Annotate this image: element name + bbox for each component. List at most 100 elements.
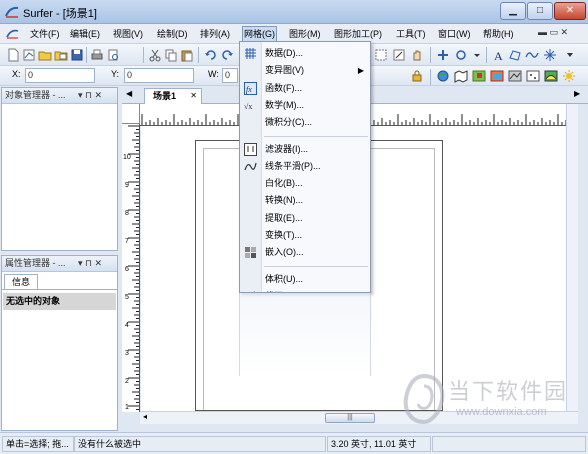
title-bar: Surfer - [场景1] ▁ □ ✕ (0, 0, 588, 24)
tab-close-icon[interactable]: ✕ (190, 89, 197, 103)
grid-menu-item-label: 体积(U)... (265, 273, 303, 284)
menu-map[interactable]: 图形(M) (289, 27, 321, 41)
menu-separator (264, 135, 368, 137)
vruler-label-5: 5 (125, 294, 129, 301)
object-manager-controls[interactable]: ▾ ⊓ ✕ (78, 88, 102, 103)
grid-menu-item-6[interactable]: 线条平滑(P)... (240, 158, 370, 175)
grid-menu-item-label: 变异图(V) (265, 65, 304, 76)
base-map-icon[interactable] (454, 69, 468, 83)
watermark-url: www.downxia.com (456, 406, 547, 418)
save-icon[interactable] (70, 48, 84, 62)
tab-scene1[interactable]: 场景1 ✕ (144, 88, 202, 104)
grid-menu-item-3[interactable]: √x 数学(M)... (240, 97, 370, 114)
ruler-corner (122, 104, 140, 124)
undo-icon[interactable] (204, 48, 218, 62)
text-icon[interactable]: A (491, 48, 505, 62)
shaded-relief-icon[interactable] (508, 69, 522, 83)
object-manager-panel: 对象管理器 - ... ▾ ⊓ ✕ (1, 87, 118, 251)
property-content: 无选中的对象 (3, 293, 116, 310)
grid-menu-item-11[interactable]: 嵌入(O)... (240, 244, 370, 261)
cut-icon[interactable] (148, 48, 162, 62)
menu-window[interactable]: 窗口(W) (438, 27, 471, 41)
toolbar-more-icon[interactable] (563, 48, 577, 62)
x-label: X: (12, 69, 21, 79)
watermark-logo (403, 373, 445, 424)
vruler-label-10: 10 (123, 154, 131, 161)
vruler-label-9: 9 (125, 182, 129, 189)
menu-file[interactable]: 文件(F) (30, 27, 60, 41)
grid-menu-fade (239, 293, 371, 376)
globe-icon[interactable] (436, 69, 450, 83)
document-icon (6, 29, 19, 39)
minimize-button[interactable]: ▁ (500, 2, 526, 20)
new-plot-icon[interactable] (22, 48, 36, 62)
post-map-icon[interactable] (526, 69, 540, 83)
grid-menu-item-2[interactable]: fx 函数(F)... (240, 80, 370, 97)
vruler-label-3: 3 (125, 350, 129, 357)
polygon-icon[interactable] (508, 48, 522, 62)
open-icon[interactable] (38, 48, 52, 62)
rotate-icon[interactable] (454, 48, 468, 62)
pan-hand-icon[interactable] (410, 48, 424, 62)
copy-icon[interactable] (164, 48, 178, 62)
surfer-app-icon (5, 6, 19, 18)
menu-edit[interactable]: 编辑(E) (70, 27, 100, 41)
tab-nav-right-icon[interactable]: ▶ (574, 89, 580, 98)
menu-map-tools[interactable]: 图形加工(P) (334, 27, 382, 41)
dropdown-arrow-icon[interactable] (470, 48, 484, 62)
tab-nav-left-icon[interactable]: ◀ (126, 89, 132, 98)
grid-select-icon[interactable] (374, 48, 388, 62)
menu-draw[interactable]: 绘制(D) (157, 27, 188, 41)
filter-icon (244, 142, 257, 156)
maximize-button[interactable]: □ (527, 2, 553, 20)
grid-menu-item-label: 微积分(C)... (265, 117, 312, 128)
grid-menu-item-7[interactable]: 白化(B)... (240, 175, 370, 192)
window-title: Surfer - [场景1] (23, 8, 97, 20)
tab-scene1-label: 场景1 (153, 91, 177, 101)
mdi-window-controls[interactable]: ▬ ▭ ✕ (538, 27, 568, 38)
zoom-in-icon[interactable] (436, 48, 450, 62)
menu-view[interactable]: 视图(V) (113, 27, 143, 41)
grid-menu-item-4[interactable]: 微积分(C)... (240, 114, 370, 131)
image-map-icon[interactable] (490, 69, 504, 83)
mosaic-icon (244, 246, 257, 259)
menu-help[interactable]: 帮助(H) (483, 27, 514, 41)
redo-icon[interactable] (220, 48, 234, 62)
vruler-label-6: 6 (125, 266, 129, 273)
new-icon[interactable] (6, 48, 20, 62)
grid-menu-item-10[interactable]: 变换(T)... (240, 227, 370, 244)
w-field[interactable]: 0 (222, 68, 238, 83)
menu-tools[interactable]: 工具(T) (396, 27, 426, 41)
menu-arrange[interactable]: 排列(A) (200, 27, 230, 41)
x-field[interactable]: 0 (25, 68, 95, 83)
property-manager-title: 属性管理器 - ... (5, 258, 66, 268)
grid-menu-item-0[interactable]: 数据(D)... (240, 45, 370, 62)
polyline-icon[interactable] (525, 48, 539, 62)
grid-menu-item-12[interactable]: 体积(U)... (240, 271, 370, 288)
surface-map-icon[interactable] (544, 69, 558, 83)
print-icon[interactable] (90, 48, 104, 62)
symbol-icon[interactable] (543, 48, 557, 62)
reshape-icon[interactable] (392, 48, 406, 62)
w-label: W: (208, 69, 219, 79)
svg-text:fx: fx (246, 85, 252, 94)
y-field[interactable]: 0 (124, 68, 194, 83)
grid-menu-item-label: 嵌入(O)... (265, 247, 304, 258)
grid-menu-item-5[interactable]: 滤波器(I)... (240, 141, 370, 158)
open-worksheet-icon[interactable] (54, 48, 68, 62)
grid-menu-item-1[interactable]: 变异图(V) ▶ (240, 62, 370, 79)
grid-menu-item-8[interactable]: 转换(N)... (240, 192, 370, 209)
info-tab[interactable]: 信息 (4, 274, 38, 289)
close-button[interactable]: ✕ (554, 2, 586, 20)
contour-map-icon[interactable] (472, 69, 486, 83)
print-preview-icon[interactable] (106, 48, 120, 62)
menu-grid[interactable]: 网格(G) (242, 26, 277, 42)
sun-icon[interactable] (562, 69, 576, 83)
grid-menu-item-9[interactable]: 提取(E)... (240, 210, 370, 227)
scroll-left-icon[interactable]: ◂ (143, 412, 147, 421)
paste-icon[interactable] (180, 48, 194, 62)
property-manager-controls[interactable]: ▾ ⊓ ✕ (78, 256, 102, 271)
lock-icon[interactable] (410, 69, 424, 83)
horizontal-scroll-thumb[interactable]: ||| (325, 413, 375, 423)
vertical-scrollbar[interactable] (566, 104, 578, 412)
